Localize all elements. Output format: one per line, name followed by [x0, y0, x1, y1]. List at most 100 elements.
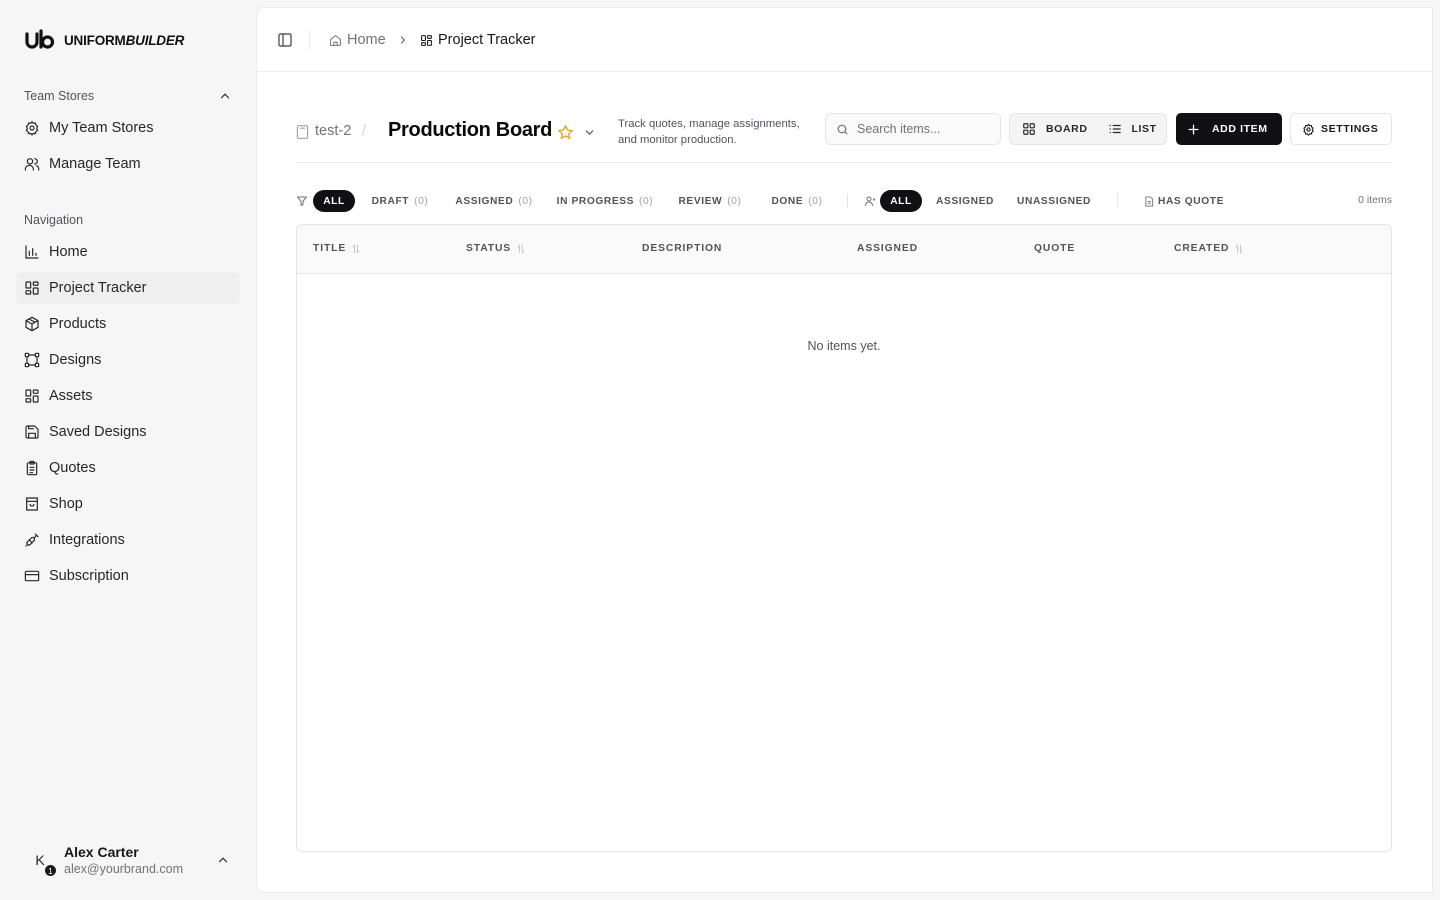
chevron-up-icon: [218, 857, 228, 863]
credit-card-icon: [24, 570, 40, 582]
sidebar-item-project-tracker[interactable]: Project Tracker: [16, 272, 240, 304]
filter-count: (0): [414, 195, 429, 207]
sidebar-item-my-team-stores[interactable]: My Team Stores: [16, 112, 240, 144]
status-filter-in-progress[interactable]: IN PROGRESS (0): [549, 190, 661, 212]
grid-icon: [25, 389, 39, 403]
sidebar-item-saved-designs[interactable]: Saved Designs: [16, 416, 240, 448]
add-item-button[interactable]: ADD ITEM: [1176, 113, 1282, 145]
sort-icon: [1235, 243, 1243, 254]
status-filter-done[interactable]: DONE (0): [759, 190, 835, 212]
clipboard-icon: [26, 460, 38, 476]
column-header-status[interactable]: STATUS: [466, 243, 525, 254]
search-icon: [837, 124, 848, 134]
frame-icon: [24, 352, 40, 368]
status-filter-review[interactable]: REVIEW (0): [668, 190, 752, 212]
column-header-assigned: ASSIGNED: [857, 243, 918, 254]
sidebar-item-quotes[interactable]: Quotes: [16, 452, 240, 484]
user-email: alex@yourbrand.com: [64, 861, 183, 876]
filter-label: DONE: [771, 195, 804, 207]
main-panel: Home Project Tracker test-2 / Production…: [257, 8, 1432, 892]
filter-label: ASSIGNED: [455, 195, 514, 207]
star-icon[interactable]: [557, 124, 574, 141]
board-view-label: BOARD: [1046, 123, 1088, 135]
filter-count: (0): [727, 195, 742, 207]
column-label: STATUS: [466, 243, 512, 254]
column-header-created[interactable]: CREATED: [1174, 243, 1243, 254]
filter-label: ALL: [890, 195, 912, 207]
breadcrumb-home[interactable]: Home: [329, 30, 386, 50]
filter-count: (0): [639, 195, 654, 207]
empty-state-message: No items yet.: [807, 339, 881, 353]
navigation-section-header: Navigation: [24, 210, 232, 230]
sidebar-item-label: Subscription: [49, 568, 129, 584]
sidebar-toggle-icon[interactable]: [277, 32, 293, 48]
column-header-description: DESCRIPTION: [642, 243, 722, 254]
status-filter-assigned[interactable]: ASSIGNED (0): [446, 190, 542, 212]
brand-mark-icon: [25, 29, 55, 49]
sidebar-item-label: Saved Designs: [49, 424, 147, 440]
list-icon: [1108, 124, 1121, 134]
sidebar-item-shop[interactable]: Shop: [16, 488, 240, 520]
assignee-filter-assigned[interactable]: ASSIGNED: [930, 190, 1000, 212]
grid-icon: [25, 281, 39, 295]
book-icon: [296, 125, 309, 139]
column-label: ASSIGNED: [857, 243, 918, 254]
sidebar-item-integrations[interactable]: Integrations: [16, 524, 240, 556]
plug-icon: [25, 533, 39, 547]
topbar-divider: [309, 31, 310, 49]
assignee-filter-unassigned[interactable]: UNASSIGNED: [1008, 190, 1100, 212]
search-field[interactable]: [825, 113, 1001, 145]
settings-label: SETTINGS: [1321, 123, 1379, 135]
sidebar-item-subscription[interactable]: Subscription: [16, 560, 240, 592]
store-name-link[interactable]: test-2: [315, 123, 351, 139]
assignee-filter-all[interactable]: ALL: [880, 190, 922, 212]
breadcrumb-current: Project Tracker: [420, 30, 536, 50]
user-menu[interactable]: K 1 Alex Carter alex@yourbrand.com: [24, 836, 236, 884]
plus-icon: [1188, 124, 1199, 134]
sidebar-item-label: Integrations: [49, 532, 125, 548]
sidebar-item-label: Products: [49, 316, 107, 332]
chevron-down-icon[interactable]: [583, 126, 596, 139]
item-count: 0 items: [1358, 194, 1392, 206]
filter-divider: [847, 194, 848, 208]
status-filter-draft[interactable]: DRAFT (0): [362, 190, 438, 212]
has-quote-filter[interactable]: HAS QUOTE: [1136, 190, 1232, 212]
avatar-initial: K: [35, 852, 45, 868]
avatar: K 1: [24, 844, 57, 877]
chevron-up-icon: [220, 93, 230, 99]
column-header-title[interactable]: TITLE: [313, 243, 360, 254]
filter-count: (0): [808, 195, 823, 207]
sidebar-item-label: My Team Stores: [49, 120, 154, 136]
sidebar-item-label: Project Tracker: [49, 280, 147, 296]
gear-icon: [25, 121, 39, 136]
gear-icon: [1303, 123, 1314, 136]
sidebar-item-products[interactable]: Products: [16, 308, 240, 340]
column-label: TITLE: [313, 243, 347, 254]
home-icon: [330, 34, 341, 46]
sidebar-item-label: Assets: [49, 388, 93, 404]
brand-logo[interactable]: UNIFORMBUILDER: [24, 28, 184, 52]
sidebar-item-label: Designs: [49, 352, 102, 368]
status-filter-all[interactable]: ALL: [313, 190, 355, 212]
add-item-label: ADD ITEM: [1212, 123, 1268, 135]
settings-button[interactable]: SETTINGS: [1290, 113, 1392, 145]
page-title: Production Board: [388, 119, 553, 141]
board-view-button[interactable]: BOARD: [1014, 117, 1096, 141]
column-header-quote: QUOTE: [1034, 243, 1075, 254]
sidebar-item-assets[interactable]: Assets: [16, 380, 240, 412]
header-divider: [296, 162, 1392, 163]
sidebar-item-home[interactable]: Home: [16, 236, 240, 268]
list-view-button[interactable]: LIST: [1100, 117, 1165, 141]
search-input[interactable]: [857, 122, 987, 136]
sidebar-item-label: Manage Team: [49, 156, 141, 172]
filter-label: REVIEW: [678, 195, 723, 207]
sidebar-item-designs[interactable]: Designs: [16, 344, 240, 376]
filter-icon: [297, 196, 307, 206]
page-description: Track quotes, manage assignments, and mo…: [618, 118, 800, 146]
sidebar-item-label: Shop: [49, 496, 83, 512]
filter-label: UNASSIGNED: [1017, 195, 1091, 207]
sidebar-item-manage-team[interactable]: Manage Team: [16, 148, 240, 180]
filter-bar: ALL DRAFT (0) ASSIGNED (0) IN PROGRESS (0) …: [296, 190, 1392, 212]
list-view-label: LIST: [1131, 123, 1157, 135]
team-stores-section-toggle[interactable]: Team Stores: [24, 86, 232, 106]
